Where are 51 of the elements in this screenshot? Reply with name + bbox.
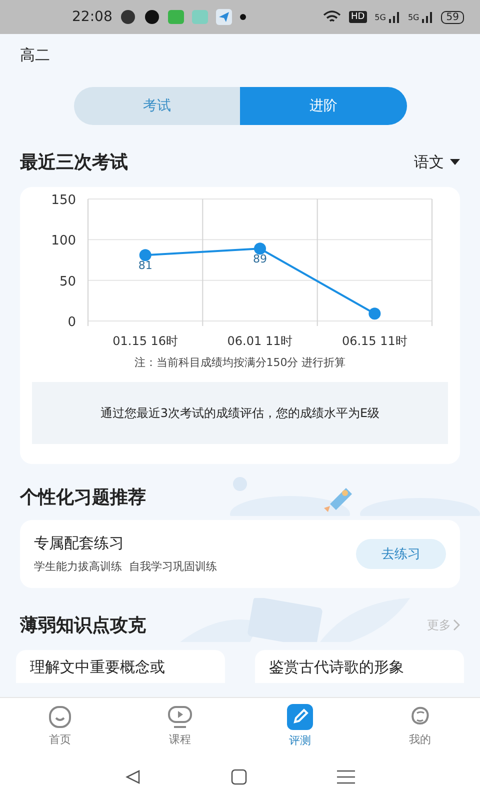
chart-note: 注：当前科目成绩均按满分150分 进行折算 bbox=[134, 355, 346, 370]
app-icon bbox=[168, 10, 184, 24]
nav-tab[interactable]: 课程 bbox=[120, 698, 240, 754]
app-icon bbox=[144, 9, 160, 25]
battery-level: 59 bbox=[441, 10, 464, 24]
menu-icon[interactable] bbox=[337, 770, 355, 784]
knowledge-card[interactable]: 鉴赏古代诗歌的形象 bbox=[255, 650, 464, 683]
section-title: 薄弱知识点攻克 bbox=[20, 614, 146, 637]
mode-tab[interactable]: 考试 bbox=[74, 87, 240, 125]
axis-tick-label: 06.01 11时 bbox=[227, 334, 293, 348]
nav-tab[interactable]: 首页 bbox=[0, 698, 120, 754]
axis-tick-label: 100 bbox=[51, 234, 76, 249]
axis-tick-label: 50 bbox=[59, 274, 76, 290]
subject-dropdown[interactable]: 语文 bbox=[414, 152, 460, 172]
axis-tick-label: 150 bbox=[51, 193, 76, 208]
face-icon bbox=[48, 705, 72, 729]
knowledge-card[interactable]: 理解文中重要概念或 bbox=[16, 650, 225, 683]
caret-icon bbox=[450, 159, 460, 165]
network-badge: HD bbox=[348, 11, 367, 23]
data-point bbox=[139, 249, 152, 262]
back-icon[interactable] bbox=[125, 769, 141, 785]
home-icon[interactable] bbox=[231, 769, 247, 785]
nav-tab[interactable]: 评测 bbox=[240, 698, 360, 754]
assessment-text: 通过您最近3次考试的成绩评估，您的成绩水平为E级 bbox=[32, 382, 448, 444]
mode-tab[interactable]: 进阶 bbox=[240, 87, 406, 125]
practice-button[interactable]: 去练习 bbox=[356, 539, 446, 569]
practice-title: 专属配套练习 bbox=[34, 534, 125, 553]
network-label: 5G bbox=[408, 12, 420, 22]
play-icon bbox=[167, 705, 193, 729]
section-title: 个性化习题推荐 bbox=[20, 486, 146, 509]
pencil-icon bbox=[287, 704, 313, 730]
dot-icon bbox=[240, 14, 246, 20]
data-point bbox=[254, 242, 266, 255]
nav-tab[interactable]: 我的 bbox=[360, 698, 480, 754]
status-time: 22:08 bbox=[72, 9, 112, 25]
data-label: 89 bbox=[253, 252, 267, 266]
signal-icon bbox=[421, 11, 434, 23]
axis-tick-label: 01.15 16时 bbox=[112, 334, 178, 348]
network-label: 5G bbox=[374, 12, 386, 22]
data-point bbox=[368, 308, 381, 320]
wifi-icon bbox=[322, 10, 341, 24]
send-icon bbox=[216, 9, 232, 25]
axis-tick-label: 06.15 11时 bbox=[342, 334, 408, 348]
chevron-icon bbox=[453, 619, 460, 631]
practice-subtitle: 学生能力拔高训练 自我学习巩固训练 bbox=[34, 559, 217, 574]
grade-label: 高二 bbox=[20, 46, 50, 65]
section-title: 最近三次考试 bbox=[20, 151, 128, 174]
axis-tick-label: 0 bbox=[68, 315, 76, 330]
app-icon bbox=[192, 10, 208, 24]
data-label: 81 bbox=[138, 259, 152, 272]
signal-icon bbox=[388, 11, 400, 23]
